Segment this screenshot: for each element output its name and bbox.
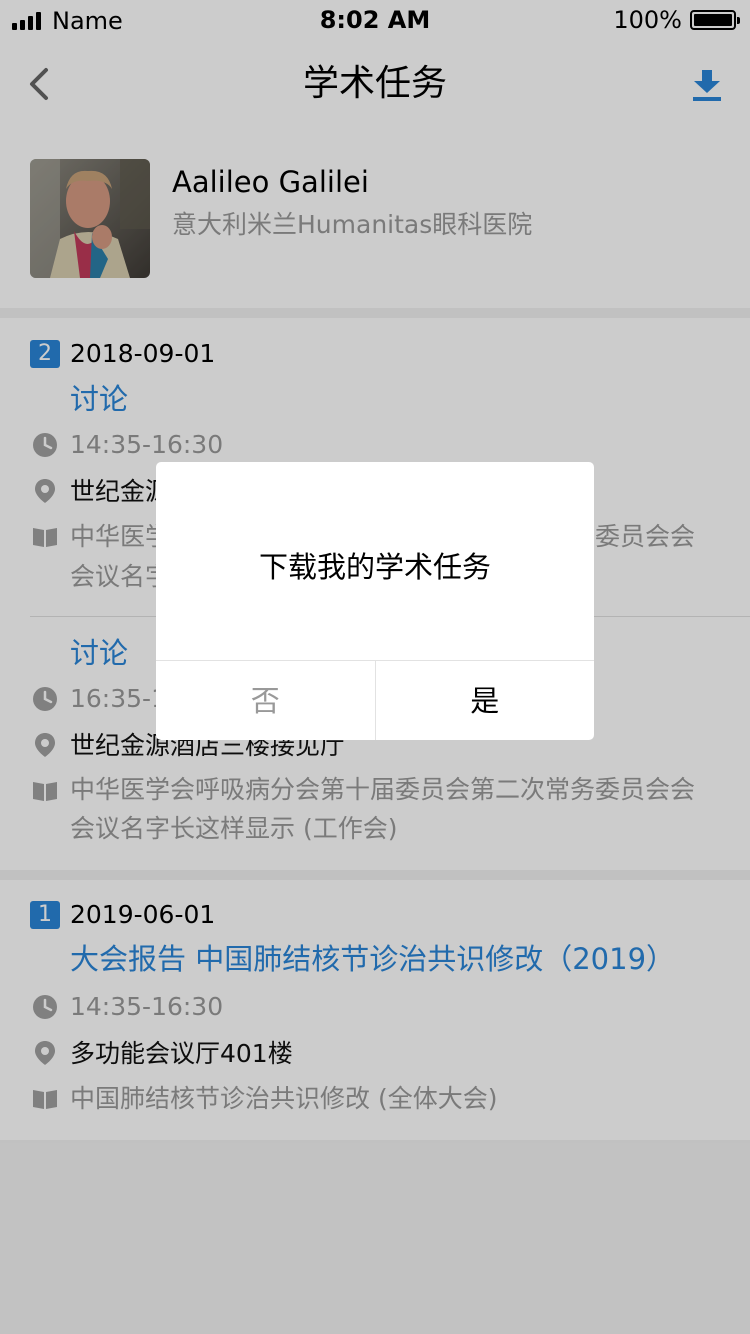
dialog-message: 下载我的学术任务 — [258, 550, 491, 584]
no-button[interactable]: 否 — [156, 661, 376, 740]
confirm-dialog: 下载我的学术任务 否 是 — [156, 462, 594, 740]
dialog-buttons: 否 是 — [156, 660, 594, 740]
yes-button[interactable]: 是 — [376, 661, 595, 740]
